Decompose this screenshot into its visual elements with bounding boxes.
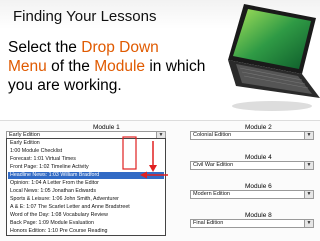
chevron-down-icon[interactable]: ▼ [304, 191, 313, 198]
dropdown-option[interactable]: Back Page: 1:09 Module Evaluation [8, 220, 164, 227]
chevron-down-icon[interactable]: ▼ [304, 220, 313, 227]
instruction-highlight: Module [94, 58, 146, 75]
dropdown-option[interactable]: Front Page: 1:02 Timeline Activity [8, 164, 164, 171]
dropdown-option[interactable]: A & E: 1:07 The Scarlet Letter and Anne … [8, 204, 164, 211]
dropdown-option[interactable]: Local News: 1:05 Jonathan Edwards [8, 188, 164, 195]
module-6-select[interactable]: Modern Edition ▼ [190, 190, 314, 199]
module-4-select[interactable]: Civil War Edition ▼ [190, 161, 314, 170]
dropdown-option[interactable]: Opinion: 1:04 A Letter From the Editor [8, 180, 164, 187]
dropdown-option[interactable]: Honors Edition: 1:10 Pre Course Reading [8, 228, 164, 235]
instruction-part: Select the [8, 39, 82, 56]
instruction-part: of the [46, 58, 95, 75]
module-8-label: Module 8 [245, 212, 272, 219]
chevron-down-icon[interactable]: ▼ [304, 162, 313, 169]
dropdown-option[interactable]: Sports & Leisure: 1:06 John Smith, Adven… [8, 196, 164, 203]
page-title: Finding Your Lessons [13, 8, 157, 25]
module-4-label: Module 4 [245, 154, 272, 161]
instruction-text: Select the Drop Down Menu of the Module … [8, 38, 223, 95]
laptop-icon [228, 4, 320, 111]
dropdown-option[interactable]: Word of the Day: 1:08 Vocabulary Review [8, 212, 164, 219]
module-1-label: Module 1 [93, 124, 120, 131]
dropdown-option[interactable]: 1:00 Module Checklist [8, 148, 164, 155]
instruction-highlight: Drop Down [81, 39, 159, 56]
module-6-value: Modern Edition [193, 191, 230, 197]
module-6-label: Module 6 [245, 183, 272, 190]
module-8-value: Final Edition [193, 220, 224, 226]
module-8-select[interactable]: Final Edition ▼ [190, 219, 314, 228]
dropdown-option[interactable]: Early Edition [8, 140, 164, 147]
module-4-value: Civil War Edition [193, 162, 234, 168]
module-2-select[interactable]: Colonial Edition ▼ [190, 131, 314, 140]
module-2-label: Module 2 [245, 124, 272, 131]
module-2-value: Colonial Edition [193, 132, 232, 138]
chevron-down-icon[interactable]: ▼ [304, 132, 313, 139]
module-1-dropdown-list: Early Edition 1:00 Module Checklist Fore… [6, 138, 166, 236]
dropdown-option-selected[interactable]: Headline News: 1:03 William Bradford [8, 171, 164, 179]
instruction-highlight: Menu [8, 58, 47, 75]
dropdown-option[interactable]: Forecast: 1:01 Virtual Times [8, 156, 164, 163]
